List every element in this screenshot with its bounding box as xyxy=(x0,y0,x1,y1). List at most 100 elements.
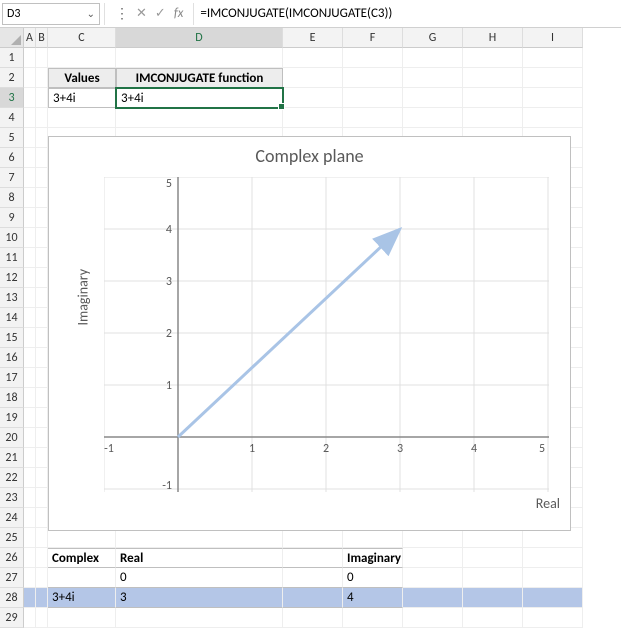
cell-B14[interactable] xyxy=(36,308,48,328)
row-header-2[interactable]: 2 xyxy=(0,68,24,88)
cell-A13[interactable] xyxy=(24,288,36,308)
cell-B13[interactable] xyxy=(36,288,48,308)
cell-B20[interactable] xyxy=(36,428,48,448)
cell-A11[interactable] xyxy=(24,248,36,268)
row-header-21[interactable]: 21 xyxy=(0,448,24,468)
row-header-18[interactable]: 18 xyxy=(0,388,24,408)
cell-F3[interactable] xyxy=(343,88,403,108)
cell-B21[interactable] xyxy=(36,448,48,468)
col-header-A[interactable]: A xyxy=(24,28,36,48)
cell-A26[interactable] xyxy=(24,548,36,568)
cell-A14[interactable] xyxy=(24,308,36,328)
row-header-26[interactable]: 26 xyxy=(0,548,24,568)
row-header-27[interactable]: 27 xyxy=(0,568,24,588)
select-all-corner[interactable] xyxy=(0,28,24,48)
cell-B9[interactable] xyxy=(36,208,48,228)
cell-E2[interactable] xyxy=(283,68,343,88)
cell-I28[interactable] xyxy=(523,588,583,608)
cell-E27[interactable] xyxy=(283,568,343,588)
formula-input[interactable]: =IMCONJUGATE(IMCONJUGATE(C3)) xyxy=(194,3,621,25)
row-header-1[interactable]: 1 xyxy=(0,48,24,68)
cell-D25[interactable] xyxy=(116,528,283,548)
row-header-22[interactable]: 22 xyxy=(0,468,24,488)
row-header-14[interactable]: 14 xyxy=(0,308,24,328)
cell-D1[interactable] xyxy=(116,48,283,68)
row-header-6[interactable]: 6 xyxy=(0,148,24,168)
cell-B25[interactable] xyxy=(36,528,48,548)
cell-G4[interactable] xyxy=(403,108,463,128)
cell-E3[interactable] xyxy=(283,88,343,108)
cell-E25[interactable] xyxy=(283,528,343,548)
cell-G28[interactable] xyxy=(403,588,463,608)
cell-C25[interactable] xyxy=(48,528,116,548)
cell-A25[interactable] xyxy=(24,528,36,548)
row-header-8[interactable]: 8 xyxy=(0,188,24,208)
row-header-25[interactable]: 25 xyxy=(0,528,24,548)
cell-B4[interactable] xyxy=(36,108,48,128)
cell-H27[interactable] xyxy=(463,568,523,588)
row-header-10[interactable]: 10 xyxy=(0,228,24,248)
row-header-19[interactable]: 19 xyxy=(0,408,24,428)
cell-G3[interactable] xyxy=(403,88,463,108)
cell-F27[interactable]: 0 xyxy=(343,568,403,588)
cell-G26[interactable] xyxy=(403,548,463,568)
cell-A24[interactable] xyxy=(24,508,36,528)
cell-F29[interactable] xyxy=(343,608,403,628)
row-header-11[interactable]: 11 xyxy=(0,248,24,268)
cell-A5[interactable] xyxy=(24,128,36,148)
cell-B24[interactable] xyxy=(36,508,48,528)
cell-A7[interactable] xyxy=(24,168,36,188)
fx-icon[interactable]: fx xyxy=(174,6,184,21)
cell-A6[interactable] xyxy=(24,148,36,168)
cell-B26[interactable] xyxy=(36,548,48,568)
cell-B18[interactable] xyxy=(36,388,48,408)
cell-A18[interactable] xyxy=(24,388,36,408)
col-header-C[interactable]: C xyxy=(48,28,116,48)
cell-I2[interactable] xyxy=(523,68,583,88)
cell-D4[interactable] xyxy=(116,108,283,128)
col-header-D[interactable]: D xyxy=(116,28,283,48)
row-header-24[interactable]: 24 xyxy=(0,508,24,528)
cell-H29[interactable] xyxy=(463,608,523,628)
row-header-7[interactable]: 7 xyxy=(0,168,24,188)
cell-B19[interactable] xyxy=(36,408,48,428)
cell-A19[interactable] xyxy=(24,408,36,428)
cell-B6[interactable] xyxy=(36,148,48,168)
cell-B27[interactable] xyxy=(36,568,48,588)
cell-A9[interactable] xyxy=(24,208,36,228)
cell-B7[interactable] xyxy=(36,168,48,188)
cell-B12[interactable] xyxy=(36,268,48,288)
cell-B3[interactable] xyxy=(36,88,48,108)
cell-B11[interactable] xyxy=(36,248,48,268)
cell-F28[interactable]: 4 xyxy=(343,588,403,608)
cell-A27[interactable] xyxy=(24,568,36,588)
row-header-29[interactable]: 29 xyxy=(0,608,24,628)
spreadsheet-grid[interactable]: A B C D E F G H I 12ValuesIMCONJUGATE fu… xyxy=(0,28,621,628)
name-box[interactable]: D3 ⌄ xyxy=(2,3,100,25)
cell-B8[interactable] xyxy=(36,188,48,208)
cell-A4[interactable] xyxy=(24,108,36,128)
cell-H1[interactable] xyxy=(463,48,523,68)
cell-H28[interactable] xyxy=(463,588,523,608)
cell-G25[interactable] xyxy=(403,528,463,548)
cell-C26[interactable]: Complex xyxy=(48,548,116,568)
cell-A15[interactable] xyxy=(24,328,36,348)
cell-E26[interactable] xyxy=(283,548,343,568)
cell-C28[interactable]: 3+4i xyxy=(48,588,116,608)
cell-A29[interactable] xyxy=(24,608,36,628)
cell-B1[interactable] xyxy=(36,48,48,68)
cell-C3[interactable]: 3+4i xyxy=(48,88,116,108)
cell-B15[interactable] xyxy=(36,328,48,348)
cell-F25[interactable] xyxy=(343,528,403,548)
row-header-5[interactable]: 5 xyxy=(0,128,24,148)
chart[interactable]: Complex plane Imaginary xyxy=(48,136,571,531)
cell-G1[interactable] xyxy=(403,48,463,68)
cell-I25[interactable] xyxy=(523,528,583,548)
cell-C4[interactable] xyxy=(48,108,116,128)
chevron-down-icon[interactable]: ⌄ xyxy=(87,7,95,20)
cell-H4[interactable] xyxy=(463,108,523,128)
row-header-4[interactable]: 4 xyxy=(0,108,24,128)
row-header-17[interactable]: 17 xyxy=(0,368,24,388)
cell-F1[interactable] xyxy=(343,48,403,68)
cancel-icon[interactable]: ✕ xyxy=(136,6,147,21)
